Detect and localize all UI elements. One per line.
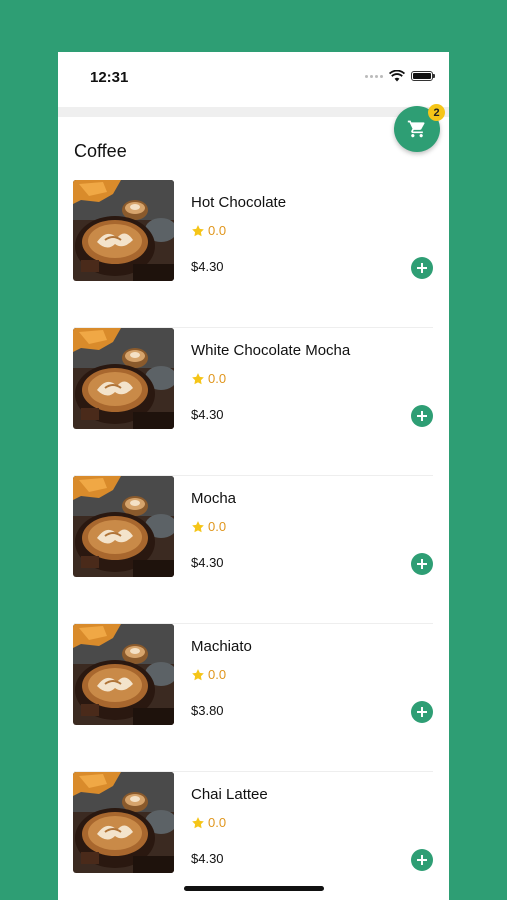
star-icon — [192, 668, 204, 680]
status-icons — [365, 70, 435, 82]
product-rating: 0.0 — [191, 223, 226, 238]
star-icon — [192, 520, 204, 532]
add-to-cart-button[interactable] — [411, 405, 433, 427]
product-item[interactable]: Mocha 0.0 $4.30 — [58, 476, 449, 624]
product-rating: 0.0 — [191, 371, 226, 386]
product-image — [73, 328, 174, 429]
product-image — [73, 180, 174, 281]
cart-count-badge: 2 — [428, 104, 445, 121]
product-rating: 0.0 — [191, 815, 226, 830]
add-to-cart-button[interactable] — [411, 553, 433, 575]
product-name: White Chocolate Mocha — [191, 342, 351, 359]
star-icon — [192, 224, 204, 236]
signal-icon — [365, 74, 383, 78]
product-item[interactable]: Machiato 0.0 $3.80 — [58, 624, 449, 772]
product-image — [73, 624, 174, 725]
plus-icon — [417, 559, 427, 569]
rating-value: 0.0 — [208, 519, 227, 534]
product-list: Hot Chocolate 0.0 $4.30 White Chocolate … — [58, 180, 449, 900]
battery-icon — [411, 71, 435, 81]
plus-icon — [417, 855, 427, 865]
star-icon — [192, 372, 204, 384]
product-price: $4.30 — [191, 851, 224, 866]
add-to-cart-button[interactable] — [411, 849, 433, 871]
home-indicator[interactable] — [184, 886, 324, 891]
rating-value: 0.0 — [208, 667, 227, 682]
star-icon — [192, 816, 204, 828]
product-name: Mocha — [191, 490, 237, 507]
product-name: Hot Chocolate — [191, 194, 287, 211]
product-rating: 0.0 — [191, 667, 226, 682]
product-item[interactable]: Chai Lattee 0.0 $4.30 — [58, 772, 449, 900]
cart-button[interactable]: 2 — [394, 104, 445, 152]
section-title: Coffee — [74, 141, 127, 161]
header-divider — [58, 107, 449, 117]
product-item[interactable]: White Chocolate Mocha 0.0 $4.30 — [58, 328, 449, 476]
app-screen: 12:31 2 Coffee Hot Chocolate 0.0 $4.30 W… — [58, 52, 449, 900]
plus-icon — [417, 263, 427, 273]
product-item[interactable]: Hot Chocolate 0.0 $4.30 — [58, 180, 449, 328]
product-price: $3.80 — [191, 703, 224, 718]
rating-value: 0.0 — [208, 815, 227, 830]
rating-value: 0.0 — [208, 371, 227, 386]
plus-icon — [417, 707, 427, 717]
product-image — [73, 772, 174, 873]
add-to-cart-button[interactable] — [411, 257, 433, 279]
product-price: $4.30 — [191, 259, 224, 274]
rating-value: 0.0 — [208, 223, 227, 238]
product-name: Chai Lattee — [191, 786, 268, 803]
status-time: 12:31 — [90, 69, 129, 86]
add-to-cart-button[interactable] — [411, 701, 433, 723]
product-image — [73, 476, 174, 577]
product-price: $4.30 — [191, 407, 224, 422]
product-rating: 0.0 — [191, 519, 226, 534]
status-bar: 12:31 — [58, 52, 449, 102]
plus-icon — [417, 411, 427, 421]
product-name: Machiato — [191, 638, 252, 655]
wifi-icon — [389, 70, 405, 82]
cart-icon — [407, 120, 425, 138]
product-price: $4.30 — [191, 555, 224, 570]
